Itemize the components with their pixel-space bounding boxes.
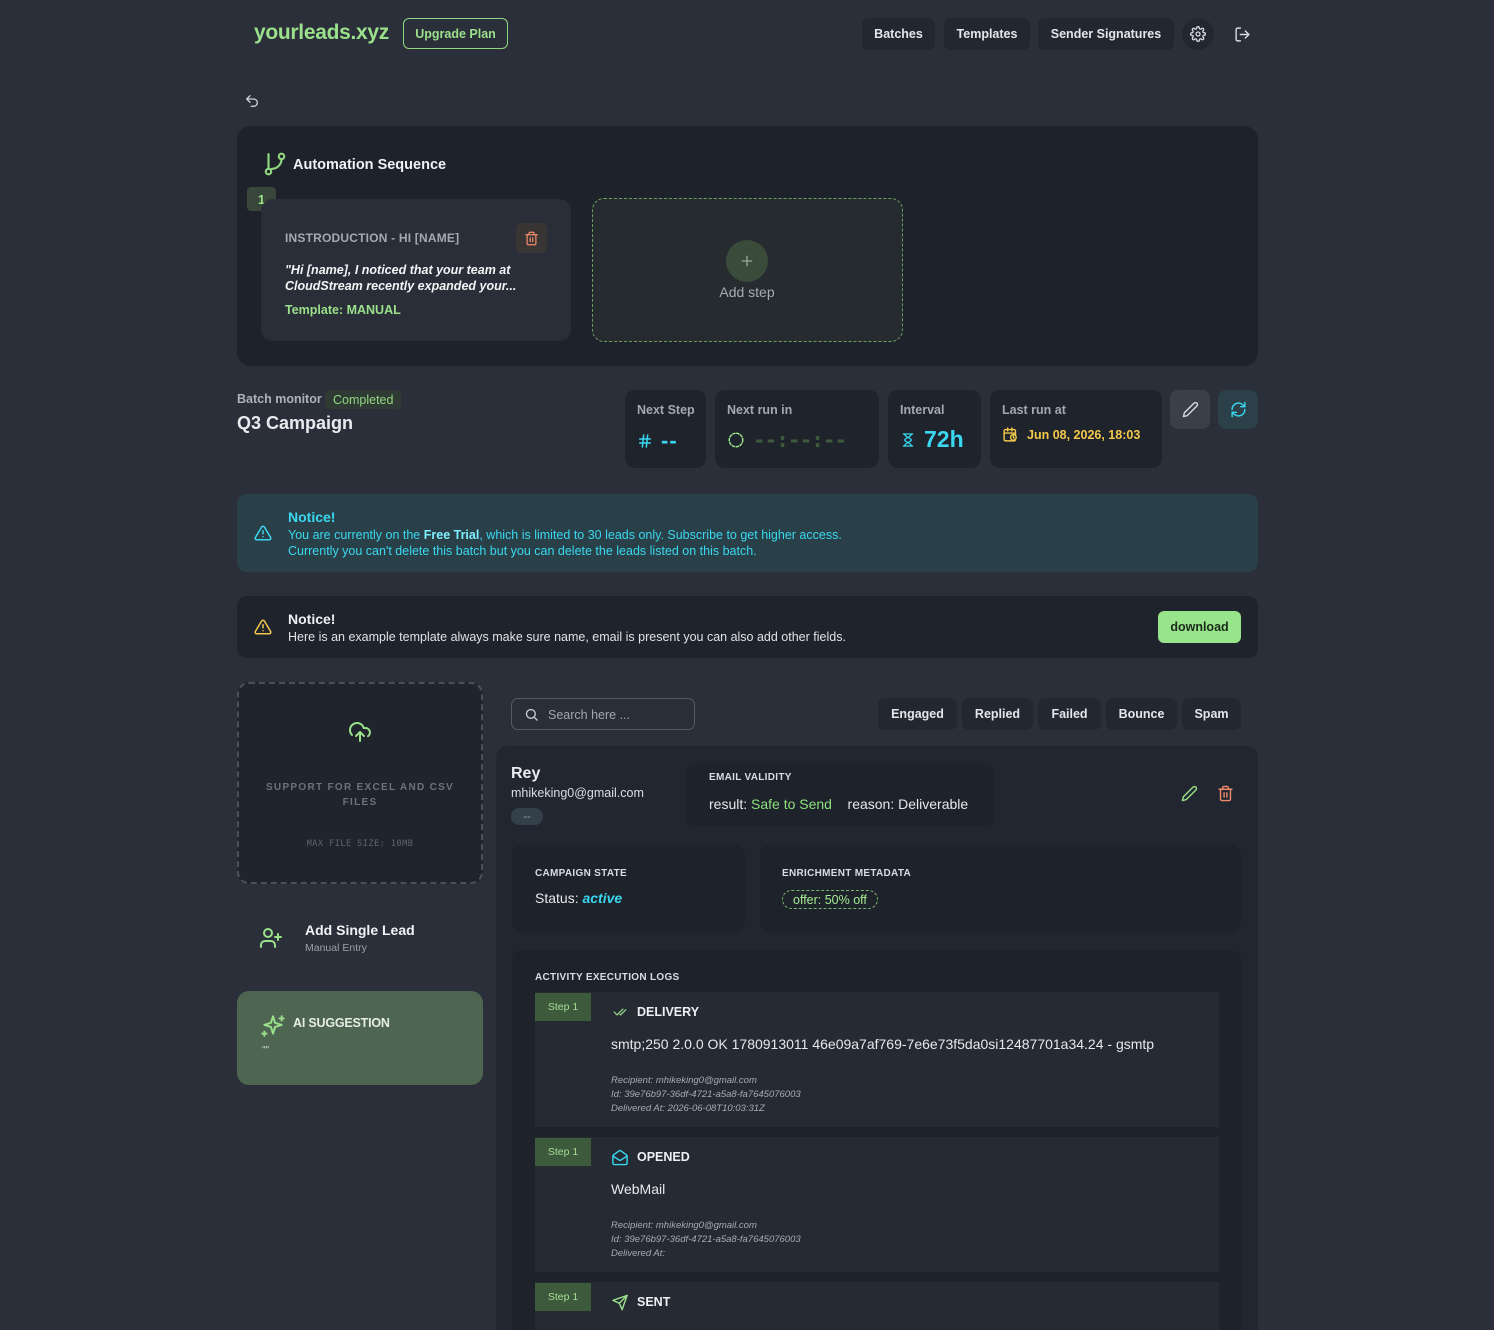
- trash-icon: [524, 231, 539, 246]
- lead-email: mhikeking0@gmail.com: [511, 786, 644, 800]
- filter-replied-button[interactable]: Replied: [962, 698, 1033, 730]
- campaign-state-card: [512, 845, 745, 932]
- download-template-button[interactable]: download: [1158, 611, 1241, 643]
- enrichment-metadata-heading: ENRICHMENT METADATA: [782, 868, 912, 879]
- free-trial-notice-title: Notice!: [288, 509, 336, 525]
- ai-suggestion-title: AI SUGGESTION: [293, 1016, 390, 1030]
- step-preview-text: "Hi [name], I noticed that your team at …: [285, 263, 517, 293]
- app-logo[interactable]: yourleads.xyz: [254, 21, 389, 45]
- filter-bounce-button[interactable]: Bounce: [1106, 698, 1177, 730]
- upgrade-plan-button[interactable]: Upgrade Plan: [403, 18, 508, 49]
- template-notice: [237, 596, 1258, 658]
- add-user-icon[interactable]: [258, 926, 284, 950]
- next-run-stat: Next run in --:--:--: [715, 390, 879, 468]
- upload-max-size: MAX FILE SIZE: 10MB: [306, 839, 414, 849]
- batch-status-badge: Completed: [325, 390, 402, 409]
- step-title: INSTRODUCTION - HI [NAME]: [285, 231, 460, 245]
- last-run-label: Last run at: [1002, 403, 1066, 417]
- upload-support-text: SUPPORT FOR EXCEL AND CSV FILES: [265, 782, 455, 808]
- last-run-stat: Last run at Jun 08, 2026, 18:03: [990, 390, 1162, 468]
- logout-button[interactable]: [1226, 18, 1258, 50]
- automation-title: Automation Sequence: [293, 157, 447, 173]
- enrichment-metadata-card: [760, 845, 1241, 932]
- filter-engaged-button[interactable]: Engaged: [878, 698, 957, 730]
- delete-step-button[interactable]: [516, 223, 547, 253]
- log-title: OPENED: [637, 1150, 690, 1164]
- refresh-icon: [1230, 401, 1247, 418]
- log-meta: Recipient: mhikeking0@gmail.com Id: 39e7…: [611, 1220, 801, 1259]
- send-icon: [611, 1294, 629, 1311]
- free-trial-notice-line2: Currently you can't delete this batch bu…: [288, 544, 757, 558]
- gear-icon: [1190, 26, 1206, 42]
- log-detail: smtp;250 2.0.0 OK 1780913011 46e09a7af76…: [611, 1036, 1155, 1052]
- last-run-value: Jun 08, 2026, 18:03: [1027, 427, 1141, 442]
- batch-monitor-label: Batch monitor: [237, 392, 322, 406]
- pencil-icon: [1181, 785, 1198, 802]
- calendar-clock-icon: [1002, 426, 1019, 443]
- check-double-icon: [611, 1005, 629, 1019]
- warning-icon: [254, 524, 272, 542]
- next-run-label: Next run in: [727, 403, 793, 417]
- log-detail: WebMail: [611, 1181, 666, 1197]
- edit-lead-button[interactable]: [1181, 785, 1198, 802]
- lead-tag-badge: --: [511, 808, 543, 825]
- email-validity-heading: EMAIL VALIDITY: [709, 772, 792, 783]
- batch-name: Q3 Campaign: [237, 413, 354, 433]
- refresh-batch-button[interactable]: [1218, 390, 1258, 429]
- log-title: SENT: [637, 1295, 671, 1309]
- email-validity-result: result: Safe to Send reason: Deliverable: [709, 796, 969, 812]
- pencil-icon: [1182, 401, 1199, 418]
- next-step-value: --: [661, 428, 678, 453]
- edit-batch-button[interactable]: [1170, 390, 1210, 429]
- add-single-lead-button[interactable]: Add Single Lead: [305, 922, 415, 938]
- log-step-badge: Step 1: [535, 1283, 591, 1311]
- next-run-value: --:--:--: [753, 428, 847, 452]
- cloud-upload-icon: [348, 720, 372, 744]
- filter-spam-button[interactable]: Spam: [1182, 698, 1241, 730]
- delete-lead-button[interactable]: [1217, 785, 1234, 802]
- interval-stat: Interval 72h: [888, 390, 981, 468]
- settings-button[interactable]: [1182, 18, 1214, 50]
- interval-value: 72h: [924, 426, 964, 452]
- trash-icon: [1217, 785, 1234, 802]
- hash-icon: [637, 432, 653, 450]
- git-branch-icon: [262, 151, 288, 177]
- nav-templates-button[interactable]: Templates: [944, 18, 1030, 50]
- nav-batches-button[interactable]: Batches: [862, 18, 935, 50]
- hourglass-icon: [900, 430, 916, 450]
- timer-icon: [727, 431, 745, 449]
- add-step-label: Add step: [719, 284, 775, 300]
- nav-sender-signatures-button[interactable]: Sender Signatures: [1038, 18, 1174, 50]
- next-step-stat: Next Step --: [625, 390, 706, 468]
- interval-label: Interval: [900, 403, 945, 417]
- template-notice-title: Notice!: [288, 611, 336, 627]
- enrichment-chip: offer: 50% off: [782, 890, 878, 909]
- activity-logs-heading: ACTIVITY EXECUTION LOGS: [535, 972, 680, 983]
- filter-failed-button[interactable]: Failed: [1038, 698, 1101, 730]
- campaign-state-heading: CAMPAIGN STATE: [535, 868, 627, 879]
- next-step-label: Next Step: [637, 403, 695, 417]
- step-template-label: Template: MANUAL: [285, 303, 401, 317]
- warning-icon: [254, 618, 272, 636]
- free-trial-notice-line1: You are currently on the Free Trial, whi…: [288, 528, 842, 542]
- plus-icon: [739, 253, 755, 269]
- template-notice-text: Here is an example template always make …: [288, 630, 846, 644]
- lead-name: Rey: [511, 765, 541, 782]
- add-step-button[interactable]: [726, 240, 768, 282]
- ai-suggestion-text: "": [262, 1045, 270, 1056]
- log-step-badge: Step 1: [535, 993, 591, 1021]
- sparkles-icon: [260, 1013, 286, 1039]
- log-title: DELIVERY: [637, 1005, 700, 1019]
- campaign-status: Status: active: [535, 890, 623, 906]
- search-placeholder: Search here ...: [548, 708, 630, 722]
- undo-arrow-icon: [244, 93, 262, 109]
- back-button[interactable]: [244, 93, 262, 111]
- logout-icon: [1234, 26, 1251, 43]
- search-icon: [524, 707, 539, 722]
- search-input[interactable]: Search here ...: [511, 698, 695, 730]
- log-step-badge: Step 1: [535, 1138, 591, 1166]
- mail-open-icon: [611, 1149, 629, 1166]
- log-meta: Recipient: mhikeking0@gmail.com Id: 39e7…: [611, 1075, 801, 1114]
- add-single-lead-subtitle: Manual Entry: [305, 942, 367, 954]
